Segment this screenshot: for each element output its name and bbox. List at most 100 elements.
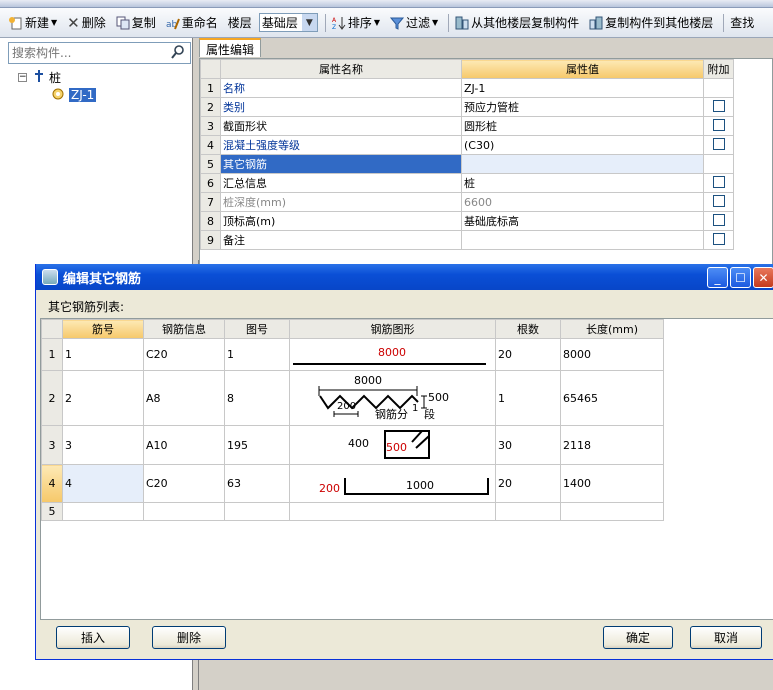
cancel-button[interactable]: 取消 [690,626,762,649]
insert-button[interactable]: 插入 [56,626,130,649]
shape-dimension: 1000 [406,478,434,492]
property-value[interactable]: (C30) [461,135,704,155]
svg-text:Z: Z [332,24,336,30]
shape-dimension: 400 [348,437,369,450]
rebar-shape-cell[interactable]: 8000 [289,338,496,371]
pile-icon [33,69,45,86]
fig-no-cell[interactable]: 1 [224,338,290,371]
copy-to-floor-icon [589,16,603,30]
extra-checkbox[interactable] [712,137,725,150]
tree-root-label: 桩 [49,70,62,85]
filter-button[interactable]: 过滤 ▼ [387,12,441,34]
extra-checkbox[interactable] [712,213,725,226]
length-cell[interactable]: 8000 [560,338,664,371]
filter-label: 过滤 [406,16,431,30]
property-row[interactable]: 7 桩深度(mm) 6600 [200,192,734,212]
rebar-no-cell[interactable]: 1 [62,338,144,371]
property-value[interactable] [461,230,704,250]
rebar-row[interactable]: 2 2 A8 8 8000 500 200 钢筋分 1 段 1 65465 [41,370,664,426]
property-value[interactable]: 预应力管桩 [461,97,704,117]
rename-button[interactable]: ab 重命名 [163,12,221,34]
extra-checkbox[interactable] [712,99,725,112]
extra-checkbox[interactable] [712,175,725,188]
ok-button[interactable]: 确定 [603,626,673,649]
tree-node-root[interactable]: − 桩 [18,68,96,86]
rebar-info-cell[interactable] [143,502,225,521]
segment-label: 钢筋分 [375,408,408,421]
property-row[interactable]: 3 截面形状 圆形桩 [200,116,734,136]
header-prop-value: 属性值 [461,59,704,79]
rebar-shape-cell[interactable]: 400 500 [289,425,496,465]
rebar-shape-cell[interactable]: 200 1000 [289,464,496,503]
length-cell[interactable]: 65465 [560,370,664,426]
property-name: 混凝土强度等级 [220,135,462,155]
property-row[interactable]: 1 名称 ZJ-1 [200,78,734,98]
extra-checkbox[interactable] [712,118,725,131]
rebar-info-cell[interactable]: A10 [143,425,225,465]
length-cell[interactable]: 1400 [560,464,664,503]
property-value[interactable]: 圆形桩 [461,116,704,136]
property-row[interactable]: 8 顶标高(m) 基础底标高 [200,211,734,231]
sort-button[interactable]: AZ 排序 ▼ [329,12,383,34]
rebar-no-cell[interactable] [62,502,144,521]
count-cell[interactable]: 20 [495,464,561,503]
property-row[interactable]: 9 备注 [200,230,734,250]
property-value[interactable]: 基础底标高 [461,211,704,231]
find-button[interactable]: 查找 [727,12,757,34]
copy-button[interactable]: 复制 [113,12,159,34]
count-cell[interactable]: 20 [495,338,561,371]
new-button[interactable]: 新建 ▼ [6,12,60,34]
rebar-info-cell[interactable]: A8 [143,370,225,426]
length-cell[interactable] [560,502,664,521]
rebar-shape-zigzag: 8000 500 200 钢筋分 1 段 [291,372,491,424]
property-row[interactable]: 4 混凝土强度等级 (C30) [200,135,734,155]
fig-no-cell[interactable]: 195 [224,425,290,465]
count-cell[interactable]: 1 [495,370,561,426]
count-cell[interactable]: 30 [495,425,561,465]
delete-button[interactable]: ✕ 删除 [64,12,109,34]
property-row[interactable]: 2 类别 预应力管桩 [200,97,734,117]
rebar-info-cell[interactable]: C20 [143,338,225,371]
fig-no-cell[interactable]: 63 [224,464,290,503]
tree-node-child[interactable]: ZJ-1 [18,86,97,104]
property-row[interactable]: 5 其它钢筋 [200,154,734,174]
header-length: 长度(mm) [560,319,664,339]
property-name: 类别 [220,97,462,117]
minimize-button[interactable]: _ [707,267,728,288]
rebar-row[interactable]: 4 4 C20 63 200 1000 20 1400 [41,464,664,503]
rebar-no-cell[interactable]: 2 [62,370,144,426]
copy-from-floor-button[interactable]: 从其他楼层复制构件 [452,12,582,34]
rebar-no-cell[interactable]: 4 [62,464,144,503]
search-input[interactable] [9,44,165,62]
toolbar: 新建 ▼ ✕ 删除 复制 ab 重命名 楼层 基础层 ▼ AZ 排序 ▼ 过滤 … [0,8,773,38]
property-value[interactable]: ZJ-1 [461,78,704,98]
dim-ticks [318,386,418,396]
floor-value: 基础层 [261,16,298,30]
count-cell[interactable] [495,502,561,521]
fig-no-cell[interactable]: 8 [224,370,290,426]
rebar-row[interactable]: 5 [41,502,664,521]
extra-checkbox[interactable] [712,232,725,245]
property-row[interactable]: 6 汇总信息桩 [200,173,734,193]
floor-select[interactable]: 基础层 ▼ [258,13,318,32]
delete-row-button[interactable]: 删除 [152,626,226,649]
rebar-info-cell[interactable]: C20 [143,464,225,503]
close-button[interactable]: ✕ [753,267,773,288]
rebar-no-cell[interactable]: 3 [62,425,144,465]
row-number: 1 [200,78,221,98]
collapse-icon[interactable]: − [18,72,27,82]
length-cell[interactable]: 2118 [560,425,664,465]
fig-no-cell[interactable] [224,502,290,521]
extra-checkbox[interactable] [712,194,725,207]
property-value[interactable] [461,154,704,174]
rebar-shape-cell[interactable] [289,502,496,521]
rebar-row[interactable]: 3 3 A10 195 400 500 30 2118 [41,425,664,465]
tab-property-edit[interactable]: 属性编辑 [199,38,262,57]
property-value[interactable]: 桩 [461,173,704,193]
search-icon[interactable] [171,44,185,62]
copy-to-floor-button[interactable]: 复制构件到其他楼层 [586,12,716,34]
rebar-row[interactable]: 1 1 C20 1 8000 20 8000 [41,338,664,371]
rebar-shape-cell[interactable]: 8000 500 200 钢筋分 1 段 [289,370,496,426]
maximize-button[interactable]: ☐ [730,267,751,288]
property-value[interactable]: 6600 [461,192,704,212]
